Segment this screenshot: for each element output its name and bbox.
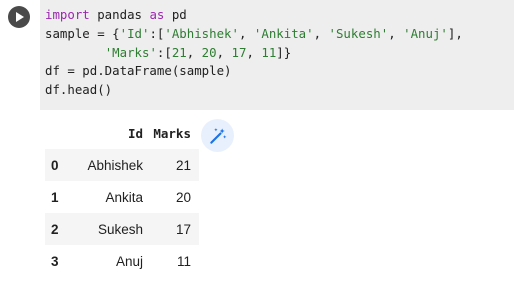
dataframe-table: Id Marks 0 Abhishek 21 1 Ankita 20 2 Suk… xyxy=(45,118,199,277)
cell-marks: 21 xyxy=(175,157,191,173)
code-line-3: 'Marks':[21, 20, 17, 11]} xyxy=(104,44,292,60)
cell-id: Sukesh xyxy=(97,221,143,237)
code-line-5: df.head() xyxy=(45,82,113,98)
run-cell-button[interactable] xyxy=(8,6,30,28)
table-row: 3 Anuj 11 xyxy=(45,245,199,277)
cell-marks: 17 xyxy=(175,221,191,237)
code-line-2: sample = {'Id':['Abhishek', 'Ankita', 'S… xyxy=(45,25,463,41)
cell-output: Id Marks 0 Abhishek 21 1 Ankita 20 2 Suk… xyxy=(45,118,199,277)
code-text: import pandas as pd sample = {'Id':['Abh… xyxy=(45,6,463,100)
column-header-id: Id xyxy=(127,126,143,141)
table-row: 2 Sukesh 17 xyxy=(45,213,199,245)
row-index: 2 xyxy=(51,221,59,237)
code-editor[interactable]: import pandas as pd sample = {'Id':['Abh… xyxy=(40,0,514,110)
cell-id: Ankita xyxy=(105,189,143,205)
cell-id: Anuj xyxy=(115,253,143,269)
play-icon xyxy=(16,12,24,22)
cell-gutter xyxy=(0,0,40,110)
code-line-4: df = pd.DataFrame(sample) xyxy=(45,63,232,79)
magic-wand-icon xyxy=(209,127,226,144)
index-header xyxy=(45,118,73,149)
table-row: 1 Ankita 20 xyxy=(45,181,199,213)
row-index: 3 xyxy=(51,253,59,269)
cell-marks: 11 xyxy=(176,253,191,269)
suggest-charts-button[interactable] xyxy=(201,119,234,152)
code-cell: import pandas as pd sample = {'Id':['Abh… xyxy=(0,0,514,110)
cell-id: Abhishek xyxy=(87,157,143,173)
row-index: 1 xyxy=(51,189,59,205)
table-row: 0 Abhishek 21 xyxy=(45,149,199,181)
cell-marks: 20 xyxy=(175,189,191,205)
table-header-row: Id Marks xyxy=(45,118,199,149)
code-line-1: import pandas as pd xyxy=(45,7,187,22)
column-header-marks: Marks xyxy=(153,126,191,141)
row-index: 0 xyxy=(51,157,59,173)
